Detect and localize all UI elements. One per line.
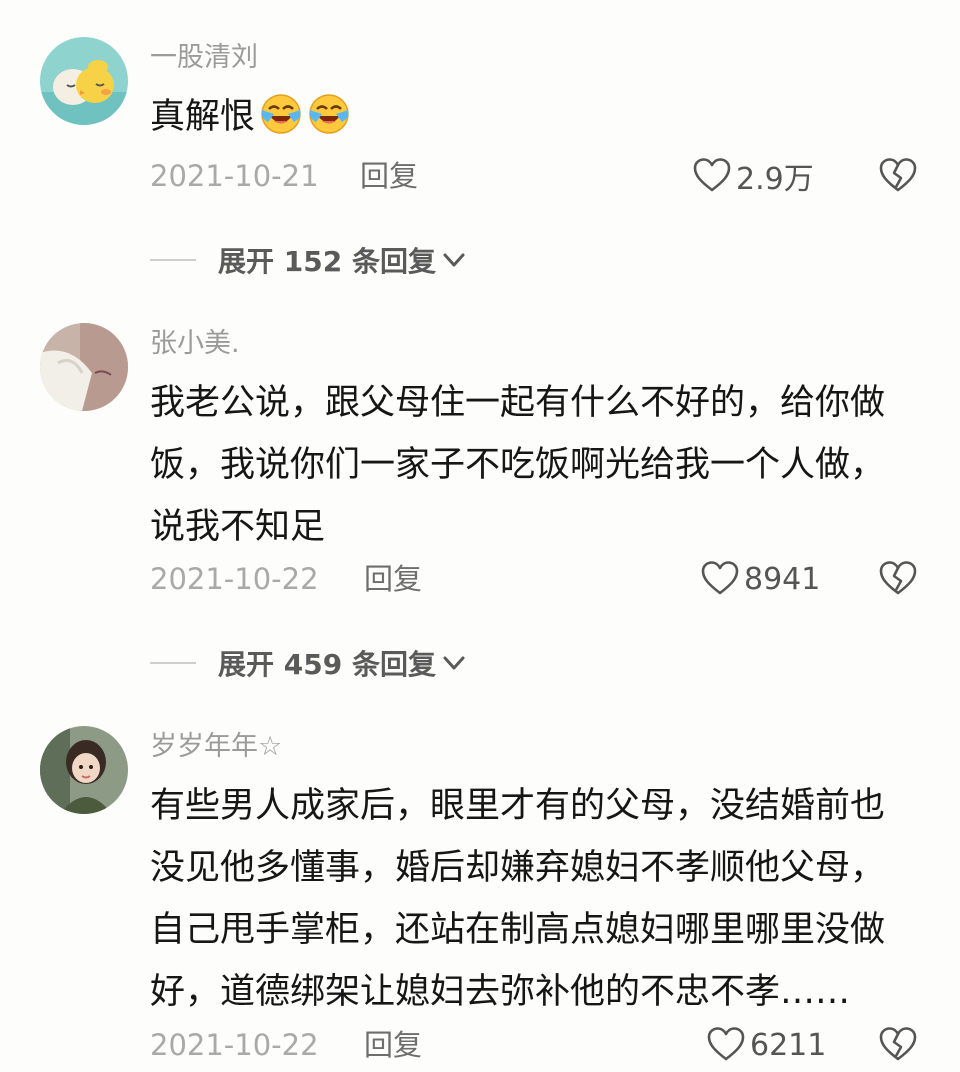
like-button[interactable]: 2.9万 bbox=[692, 154, 814, 198]
expand-replies-label: 展开 152 条回复 bbox=[218, 245, 436, 278]
expand-replies-button[interactable]: 展开 459 条回复 bbox=[150, 643, 468, 683]
like-button[interactable]: 6211 bbox=[706, 1023, 826, 1067]
photo-avatar[interactable] bbox=[40, 323, 128, 411]
like-count: 2.9万 bbox=[736, 162, 814, 197]
comment-text-line: 饭，我说你们一家子不吃饭啊光给我一个人做， bbox=[150, 445, 886, 485]
comment-text-line: 没见他多懂事，婚后却嫌弃媳妇不孝顺他父母， bbox=[150, 848, 886, 888]
like-count: 8941 bbox=[744, 561, 821, 597]
comment-text-line: 真解恨 bbox=[150, 97, 256, 137]
comment-meta: 2021-10-21 回复 2.9万 bbox=[150, 154, 930, 198]
cry-laugh-emoji-icon bbox=[259, 92, 303, 156]
chick-avatar[interactable] bbox=[40, 37, 128, 125]
broken-heart-icon[interactable] bbox=[878, 559, 918, 599]
child-photo-avatar[interactable] bbox=[40, 726, 128, 814]
chevron-down-icon bbox=[443, 253, 465, 267]
reply-button[interactable]: 回复 bbox=[360, 154, 418, 198]
broken-heart-icon[interactable] bbox=[878, 156, 918, 196]
reply-button[interactable]: 回复 bbox=[364, 557, 422, 601]
comment-username[interactable]: 一股清刘 bbox=[150, 41, 258, 75]
reply-button[interactable]: 回复 bbox=[364, 1023, 422, 1067]
comment-text-line: 自己甩手掌柜，还站在制高点媳妇哪里哪里没做 bbox=[150, 910, 886, 950]
comment-text-line: 有些男人成家后，眼里才有的父母，没结婚前也 bbox=[150, 786, 886, 826]
broken-heart-icon[interactable] bbox=[878, 1025, 918, 1065]
comment-date: 2021-10-22 bbox=[150, 1028, 319, 1062]
expand-divider bbox=[150, 662, 196, 664]
comment-text-line: 好，道德绑架让媳妇去弥补他的不忠不孝…… bbox=[150, 972, 851, 1012]
expand-replies-label: 展开 459 条回复 bbox=[218, 648, 436, 681]
heart-icon bbox=[693, 158, 731, 192]
comment-username[interactable]: 岁岁年年☆ bbox=[150, 730, 282, 764]
comment-meta: 2021-10-22 回复 8941 bbox=[150, 557, 930, 601]
heart-icon bbox=[707, 1027, 745, 1061]
comment-text: 有些男人成家后，眼里才有的父母，没结婚前也 没见他多懂事，婚后却嫌弃媳妇不孝顺他… bbox=[150, 775, 930, 1023]
expand-divider bbox=[150, 259, 196, 261]
comment-username[interactable]: 张小美. bbox=[150, 327, 240, 361]
like-button[interactable]: 8941 bbox=[700, 557, 820, 601]
comment-text: 真解恨 bbox=[150, 86, 930, 148]
comment-text-line: 说我不知足 bbox=[150, 507, 326, 547]
cry-laugh-emoji-icon bbox=[307, 92, 351, 156]
chevron-down-icon bbox=[443, 656, 465, 670]
like-count: 6211 bbox=[750, 1027, 827, 1063]
heart-icon bbox=[701, 561, 739, 595]
comment-meta: 2021-10-22 回复 6211 bbox=[150, 1023, 930, 1067]
expand-replies-button[interactable]: 展开 152 条回复 bbox=[150, 240, 468, 280]
comment-text: 我老公说，跟父母住一起有什么不好的，给你做 饭，我说你们一家子不吃饭啊光给我一个… bbox=[150, 372, 930, 558]
comment-text-line: 我老公说，跟父母住一起有什么不好的，给你做 bbox=[150, 383, 886, 423]
comment-date: 2021-10-21 bbox=[150, 159, 319, 193]
comment-date: 2021-10-22 bbox=[150, 562, 319, 596]
